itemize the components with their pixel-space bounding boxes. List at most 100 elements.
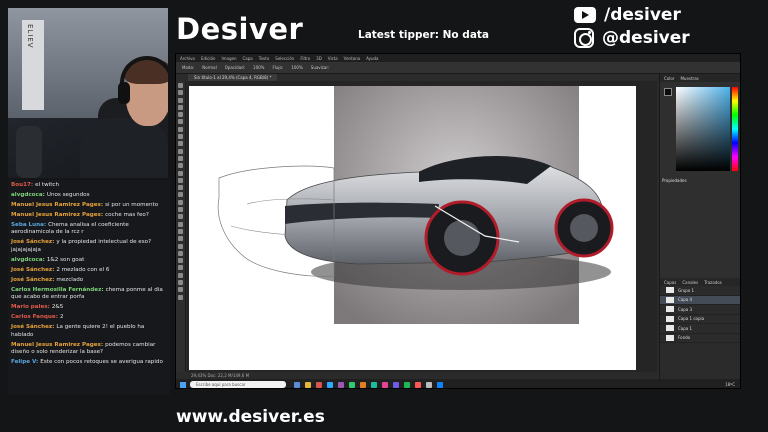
app-icon[interactable] bbox=[327, 381, 333, 388]
hue-slider[interactable] bbox=[732, 87, 738, 171]
app-icon[interactable] bbox=[294, 381, 300, 388]
document-canvas[interactable] bbox=[189, 86, 636, 370]
menu-item[interactable]: Imagen bbox=[221, 56, 236, 61]
option-control[interactable]: Opacidad: bbox=[225, 65, 245, 70]
tool-icon[interactable] bbox=[178, 112, 183, 118]
tool-icon[interactable] bbox=[178, 258, 183, 264]
option-control[interactable]: Flujo: bbox=[272, 65, 283, 70]
tool-icon[interactable] bbox=[178, 170, 183, 176]
chat-username[interactable]: Manuel Jesus Ramirez Pages: bbox=[11, 202, 103, 208]
option-control[interactable]: Modo: bbox=[182, 65, 194, 70]
tool-icon[interactable] bbox=[178, 155, 183, 161]
panel-tab[interactable]: Color bbox=[664, 76, 674, 81]
menu-item[interactable]: Ayuda bbox=[366, 56, 378, 61]
chat-username[interactable]: Seba Luna: bbox=[11, 222, 46, 228]
app-icon[interactable] bbox=[338, 381, 344, 388]
tool-icon[interactable] bbox=[178, 214, 183, 220]
tool-icon[interactable] bbox=[178, 148, 183, 154]
document-tab[interactable]: Sin título-1 al 29,4% (Capa 4, RGB/8) * bbox=[188, 74, 278, 81]
menu-item[interactable]: Vista bbox=[328, 56, 338, 61]
app-icon[interactable] bbox=[360, 381, 366, 388]
tool-icon[interactable] bbox=[178, 134, 183, 140]
tool-icon[interactable] bbox=[178, 250, 183, 256]
layer-row[interactable]: Grupo 1 bbox=[660, 286, 740, 296]
tool-icon[interactable] bbox=[178, 228, 183, 234]
option-control[interactable]: Suavizar: bbox=[311, 65, 329, 70]
tool-icon[interactable] bbox=[178, 265, 183, 271]
option-control[interactable]: 100% bbox=[253, 65, 264, 70]
tool-icon[interactable] bbox=[178, 221, 183, 227]
app-icon[interactable] bbox=[305, 381, 311, 388]
menu-item[interactable]: Edición bbox=[201, 56, 215, 61]
chat-username[interactable]: José Sánchez: bbox=[11, 277, 54, 283]
app-icon[interactable] bbox=[382, 381, 388, 388]
tool-icon[interactable] bbox=[178, 83, 183, 88]
chat-username[interactable]: alvgdcoca: bbox=[11, 192, 45, 198]
chat-username[interactable]: Carlos Fanque: bbox=[11, 314, 58, 320]
layer-row[interactable]: Capa 4 bbox=[660, 295, 740, 305]
tool-icon[interactable] bbox=[178, 97, 183, 103]
menu-item[interactable]: Texto bbox=[259, 56, 270, 61]
foreground-color-swatch[interactable] bbox=[664, 88, 672, 96]
app-icon[interactable] bbox=[415, 381, 421, 388]
chat-username[interactable]: Carlos Hermosilla Fernández: bbox=[11, 287, 104, 293]
menu-item[interactable]: Archivo bbox=[180, 56, 195, 61]
tool-icon[interactable] bbox=[178, 104, 183, 110]
app-icon[interactable] bbox=[404, 381, 410, 388]
chat-username[interactable]: Felipe V: bbox=[11, 359, 38, 365]
tool-icon[interactable] bbox=[178, 199, 183, 205]
chat-username[interactable]: Manuel Jesus Ramirez Pages: bbox=[11, 212, 103, 218]
tool-icon[interactable] bbox=[178, 90, 183, 96]
chat-username[interactable]: alvgdcoca: bbox=[11, 257, 45, 263]
tool-icon[interactable] bbox=[178, 272, 183, 278]
app-icon[interactable] bbox=[426, 381, 432, 388]
menu-item[interactable]: Capa bbox=[243, 56, 253, 61]
tool-icon[interactable] bbox=[178, 185, 183, 191]
chat-username[interactable]: Mario pales: bbox=[11, 304, 50, 310]
app-icon[interactable] bbox=[349, 381, 355, 388]
system-tray-temperature[interactable]: 18ºC bbox=[725, 382, 735, 387]
tool-icon[interactable] bbox=[178, 280, 183, 286]
layer-thumbnail bbox=[666, 325, 674, 332]
layer-row[interactable]: Capa 1 bbox=[660, 324, 740, 334]
menu-item[interactable]: 3D bbox=[316, 56, 322, 61]
layer-row[interactable]: Capa 3 bbox=[660, 305, 740, 315]
app-icon[interactable] bbox=[437, 381, 443, 388]
option-control[interactable]: 100% bbox=[291, 65, 302, 70]
chat-username[interactable]: José Sánchez: bbox=[11, 239, 54, 245]
windows-start-icon[interactable] bbox=[180, 381, 186, 388]
tool-icon[interactable] bbox=[178, 141, 183, 147]
panel-tab[interactable]: Muestras bbox=[680, 76, 698, 81]
layers-tab[interactable]: Trazados bbox=[704, 280, 722, 285]
tool-icon[interactable] bbox=[178, 236, 183, 242]
taskbar-search-input[interactable]: Escribe aquí para buscar bbox=[190, 381, 286, 388]
menu-item[interactable]: Filtro bbox=[300, 56, 310, 61]
tool-icon[interactable] bbox=[178, 294, 183, 300]
layers-tab[interactable]: Canales bbox=[682, 280, 698, 285]
tool-icon[interactable] bbox=[178, 287, 183, 293]
chat-username[interactable]: José Sánchez: bbox=[11, 267, 54, 273]
app-icon[interactable] bbox=[371, 381, 377, 388]
tool-icon[interactable] bbox=[178, 207, 183, 213]
menu-item[interactable]: Selección bbox=[275, 56, 294, 61]
app-icon[interactable] bbox=[393, 381, 399, 388]
canvas-area[interactable] bbox=[187, 81, 657, 372]
tool-icon[interactable] bbox=[178, 192, 183, 198]
chat-username[interactable]: Bou17: bbox=[11, 182, 33, 188]
layer-row[interactable]: Fondo bbox=[660, 334, 740, 343]
tool-icon[interactable] bbox=[178, 126, 183, 132]
layer-row[interactable]: Capa 1 copia bbox=[660, 315, 740, 324]
option-control[interactable]: Normal bbox=[202, 65, 216, 70]
chat-panel[interactable]: Bou17: el twitch alvgdcoca: Unos segundos Ma… bbox=[8, 180, 170, 395]
app-icon[interactable] bbox=[316, 381, 322, 388]
tool-icon[interactable] bbox=[178, 243, 183, 249]
tool-icon[interactable] bbox=[178, 163, 183, 169]
tool-icon[interactable] bbox=[178, 177, 183, 183]
color-picker-field[interactable] bbox=[676, 87, 730, 171]
chat-username[interactable]: Manuel Jesus Ramirez Pages: bbox=[11, 342, 103, 348]
color-panel-tabs: Color Muestras bbox=[660, 74, 740, 82]
layers-tab[interactable]: Capas bbox=[664, 280, 676, 285]
menu-item[interactable]: Ventana bbox=[344, 56, 360, 61]
tool-icon[interactable] bbox=[178, 119, 183, 125]
chat-username[interactable]: José Sánchez: bbox=[11, 324, 54, 330]
